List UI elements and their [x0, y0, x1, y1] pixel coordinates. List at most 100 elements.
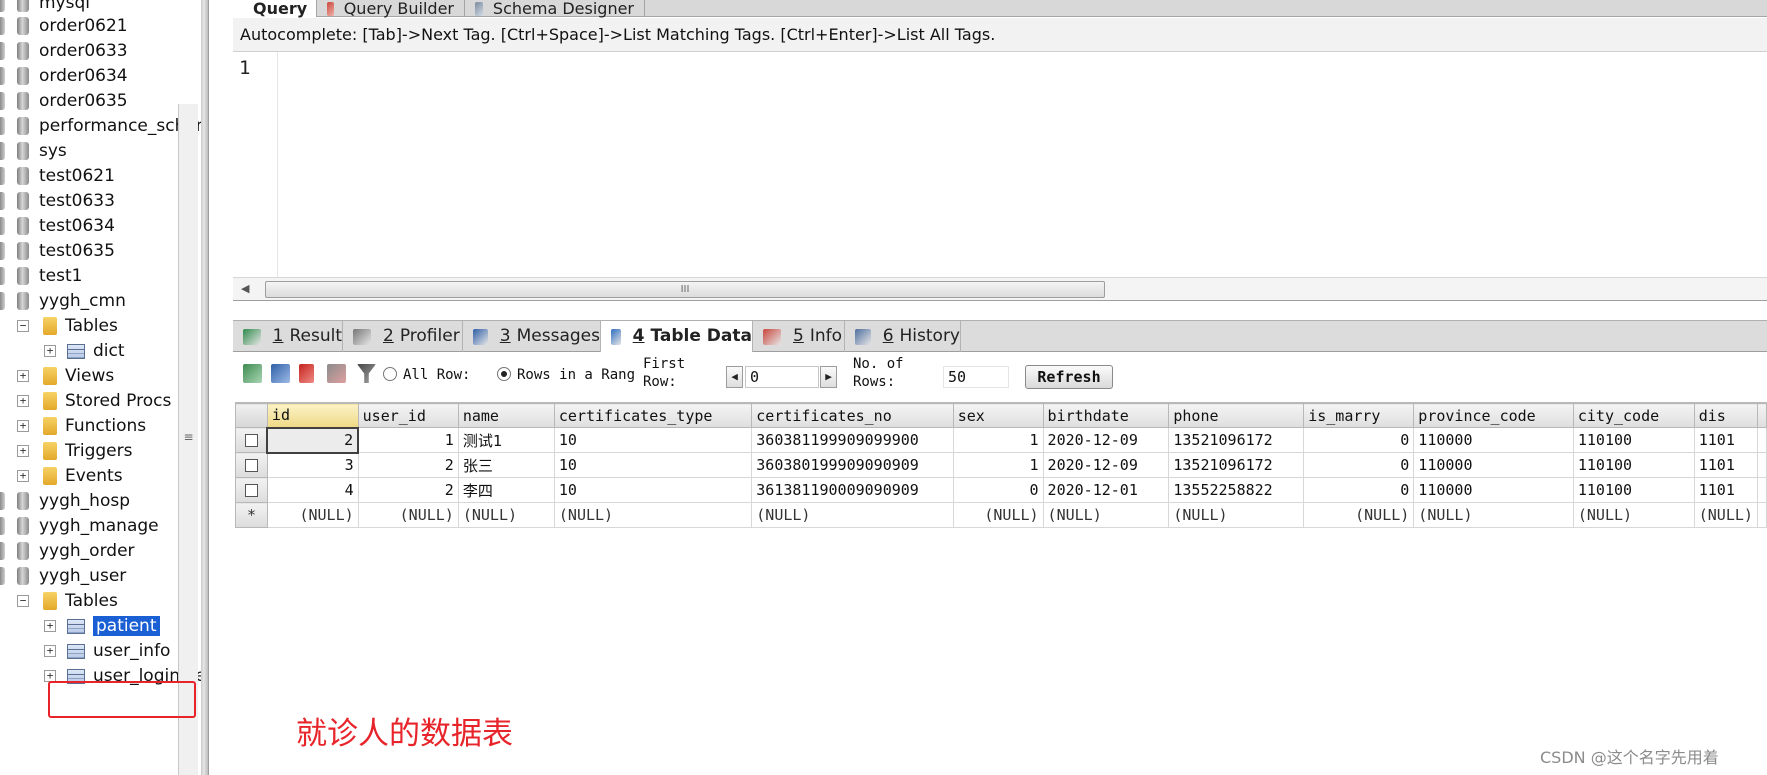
tab-table-data[interactable]: 4 Table Data [601, 321, 753, 352]
all-rows-radio[interactable] [383, 367, 397, 381]
tree-item-order0634[interactable]: order0634 [17, 63, 128, 89]
tab-profiler[interactable]: 2 Profiler [343, 321, 463, 352]
tree-item-views[interactable]: Views [43, 363, 114, 389]
column-header-sex[interactable]: sex [952, 403, 1044, 428]
cell-certificates-type[interactable]: 10 [553, 477, 753, 503]
delete-row-icon[interactable] [299, 364, 314, 383]
row-selector-header[interactable] [235, 403, 268, 428]
cell-birthdate[interactable]: 2020-12-09 [1042, 452, 1170, 478]
cell-province-code[interactable]: 110000 [1413, 477, 1574, 503]
scroll-left-arrow-icon[interactable]: ◀ [241, 282, 249, 295]
null-cell-dis[interactable]: (NULL) [1693, 502, 1759, 528]
expand-icon[interactable]: + [44, 645, 56, 657]
cell-phone[interactable]: 13552258822 [1168, 477, 1305, 503]
tree-item-tables[interactable]: Tables [43, 588, 118, 614]
row-checkbox[interactable] [235, 427, 268, 453]
column-header-birthdate[interactable]: birthdate [1042, 403, 1170, 428]
checkbox-icon[interactable] [244, 484, 258, 497]
cell-user-id[interactable]: 2 [357, 452, 459, 478]
tree-item-events[interactable]: Events [43, 463, 123, 489]
collapse-icon[interactable]: − [17, 595, 29, 607]
row-checkbox[interactable] [235, 477, 268, 503]
tab-query-builder[interactable]: Query Builder [317, 0, 465, 17]
tree-scrollbar-grip[interactable]: ≡ [181, 430, 196, 456]
checkbox-icon[interactable] [244, 434, 258, 447]
panel-splitter[interactable] [201, 0, 209, 775]
expand-icon[interactable]: + [17, 370, 29, 382]
sql-editor[interactable]: 1 [233, 52, 1767, 277]
expand-icon[interactable]: + [17, 470, 29, 482]
column-header-dis[interactable]: dis [1693, 403, 1759, 428]
next-page-button[interactable]: ▶ [820, 366, 837, 388]
scrollbar-thumb[interactable]: III [265, 281, 1105, 298]
new-row[interactable]: * (NULL) (NULL) (NULL) (NULL) (NULL) (NULL) (NU… [235, 502, 1767, 528]
column-header-city-code[interactable]: city_code [1572, 403, 1695, 428]
expand-icon[interactable]: + [44, 345, 56, 357]
tree-item-yygh-manage[interactable]: yygh_manage [17, 513, 159, 539]
save-changes-icon[interactable] [271, 364, 290, 383]
column-header-name[interactable]: name [457, 403, 555, 428]
cancel-changes-icon[interactable] [327, 364, 346, 383]
tab-schema-designer[interactable]: Schema Designer [465, 0, 645, 17]
null-cell-province-code[interactable]: (NULL) [1413, 502, 1574, 528]
collapse-icon[interactable]: − [17, 320, 29, 332]
cell-province-code[interactable]: 110000 [1413, 452, 1574, 478]
cell-sex[interactable]: 1 [952, 427, 1044, 453]
cell-dis[interactable]: 1101 [1693, 427, 1759, 453]
tab-info[interactable]: 5 Info [753, 321, 845, 352]
table-row[interactable]: 3 2 张三 10 360380199909090909 1 2020-12-09 13521… [235, 452, 1767, 478]
column-header-phone[interactable]: phone [1168, 403, 1305, 428]
cell-id[interactable]: 3 [266, 452, 359, 478]
tree-item-order0621[interactable]: order0621 [17, 13, 128, 39]
no-of-rows-input[interactable]: 50 [943, 366, 1009, 388]
column-header-province-code[interactable]: province_code [1413, 403, 1574, 428]
cell-phone[interactable]: 13521096172 [1168, 427, 1305, 453]
cell-sex[interactable]: 1 [952, 452, 1044, 478]
tree-item-test0633[interactable]: test0633 [17, 188, 115, 214]
null-cell-sex[interactable]: (NULL) [952, 502, 1044, 528]
cell-user-id[interactable]: 1 [357, 427, 459, 453]
cell-city-code[interactable]: 110100 [1572, 427, 1695, 453]
tree-item-triggers[interactable]: Triggers [43, 438, 133, 464]
tree-item-order0633[interactable]: order0633 [17, 38, 128, 64]
tree-item-test0634[interactable]: test0634 [17, 213, 115, 239]
cell-is-marry[interactable]: 0 [1303, 427, 1415, 453]
tree-item-yygh-user[interactable]: yygh_user [17, 563, 126, 589]
expand-icon[interactable]: + [17, 420, 29, 432]
new-row-marker[interactable]: * [235, 502, 268, 528]
cell-certificates-type[interactable]: 10 [553, 452, 753, 478]
cell-dis[interactable]: 1101 [1693, 477, 1759, 503]
null-cell-id[interactable]: (NULL) [266, 502, 359, 528]
null-cell-phone[interactable]: (NULL) [1168, 502, 1305, 528]
cell-certificates-no[interactable]: 360380199909090909 [751, 452, 954, 478]
tree-item-stored-procs[interactable]: Stored Procs [43, 388, 171, 414]
rows-in-range-radio[interactable] [497, 367, 511, 381]
column-header-certificates-type[interactable]: certificates_type [553, 403, 753, 428]
tree-item-functions[interactable]: Functions [43, 413, 146, 439]
checkbox-icon[interactable] [244, 459, 258, 472]
previous-page-button[interactable]: ◀ [726, 366, 743, 388]
table-row[interactable]: 2 1 测试1 10 360381199909099900 1 2020-12-09 1352… [235, 426, 1767, 454]
cell-id[interactable]: 2 [266, 426, 360, 454]
filter-icon[interactable] [357, 364, 376, 383]
cell-name[interactable]: 张三 [457, 452, 555, 478]
cell-certificates-no[interactable]: 360381199909099900 [751, 427, 954, 453]
cell-province-code[interactable]: 110000 [1413, 427, 1574, 453]
cell-name[interactable]: 测试1 [457, 427, 555, 453]
tab-messages[interactable]: 3 Messages [463, 321, 601, 352]
tree-item-order0635[interactable]: order0635 [17, 88, 128, 114]
tree-item-test0621[interactable]: test0621 [17, 163, 115, 189]
table-row[interactable]: 4 2 李四 10 361381190009090909 0 2020-12-01 13552… [235, 477, 1767, 503]
cell-sex[interactable]: 0 [952, 477, 1044, 503]
row-checkbox[interactable] [235, 452, 268, 478]
tree-item-test0635[interactable]: test0635 [17, 238, 115, 264]
expand-icon[interactable]: + [17, 445, 29, 457]
cell-city-code[interactable]: 110100 [1572, 477, 1695, 503]
tree-item-patient[interactable]: patient [67, 613, 160, 639]
expand-icon[interactable]: + [44, 620, 56, 632]
null-cell-user-id[interactable]: (NULL) [357, 502, 459, 528]
null-cell-city-code[interactable]: (NULL) [1572, 502, 1695, 528]
null-cell-birthdate[interactable]: (NULL) [1042, 502, 1170, 528]
tree-item-tables[interactable]: Tables [43, 313, 118, 339]
null-cell-certificates-type[interactable]: (NULL) [553, 502, 753, 528]
